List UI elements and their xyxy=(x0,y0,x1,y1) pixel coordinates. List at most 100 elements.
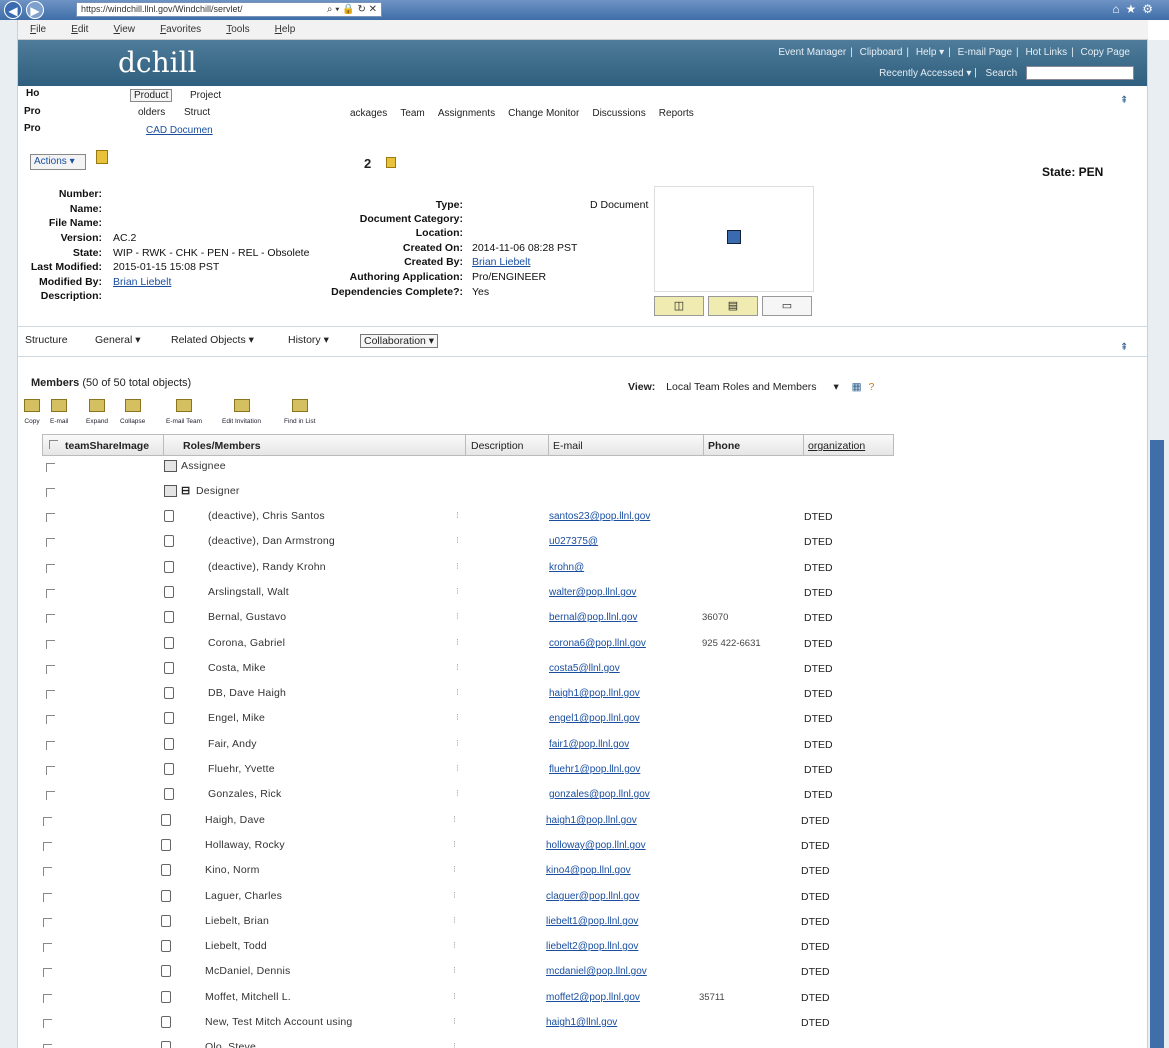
tab-assignments[interactable]: Assignments xyxy=(438,108,495,119)
member-email-link[interactable]: costa5@llnl.gov xyxy=(549,663,620,674)
table-row[interactable]: Arslingstall, Walt ⁝ walter@pop.llnl.gov DT… xyxy=(30,582,900,607)
table-row[interactable]: Engel, Mike ⁝ engel1@pop.llnl.gov DTED xyxy=(30,708,900,733)
row-checkbox[interactable] xyxy=(46,513,55,522)
table-row[interactable]: Haigh, Dave ⁝ haigh1@pop.llnl.gov DTED xyxy=(30,810,900,835)
table-row[interactable]: Bernal, Gustavo ⁝ bernal@pop.llnl.gov 36070… xyxy=(30,607,900,632)
menu-file[interactable]: File xyxy=(30,24,46,35)
menu-favorites[interactable]: Favorites xyxy=(160,24,201,35)
member-email-link[interactable]: haigh1@pop.llnl.gov xyxy=(549,688,640,699)
col-email[interactable]: E-mail xyxy=(553,440,583,452)
row-checkbox[interactable] xyxy=(46,665,55,674)
row-checkbox[interactable] xyxy=(43,1044,52,1048)
col-phone[interactable]: Phone xyxy=(708,440,740,452)
table-row[interactable]: (deactive), Randy Krohn ⁝ krohn@ DTED xyxy=(30,557,900,582)
edit-invitation-button[interactable]: Edit Invitation xyxy=(222,399,261,426)
col-team-share-image[interactable]: teamShareImage xyxy=(65,440,149,452)
address-actions-icon[interactable]: ⌕ ▾ 🔒 ↻ ✕ xyxy=(327,3,377,16)
tab-packages[interactable]: ackages xyxy=(350,108,387,119)
row-checkbox[interactable] xyxy=(46,564,55,573)
view-dropdown-icon[interactable]: ▾ xyxy=(833,381,838,393)
table-row[interactable]: Corona, Gabriel ⁝ corona6@pop.llnl.gov 925 … xyxy=(30,633,900,658)
table-row[interactable]: (deactive), Chris Santos ⁝ santos23@pop.ll… xyxy=(30,506,900,531)
row-checkbox[interactable] xyxy=(43,918,52,927)
cad-document-link[interactable]: CAD Documen xyxy=(146,125,213,136)
member-email-link[interactable]: bernal@pop.llnl.gov xyxy=(549,612,638,623)
tab-home[interactable]: Ho xyxy=(26,88,39,99)
select-all-checkbox[interactable] xyxy=(49,440,58,449)
link-email-page[interactable]: E-mail Page xyxy=(958,47,1012,58)
row-checkbox[interactable] xyxy=(46,766,55,775)
menu-help[interactable]: Help xyxy=(275,24,296,35)
forward-icon[interactable]: ▶ xyxy=(26,1,44,19)
help-icon[interactable]: ? xyxy=(869,381,875,393)
email-button[interactable]: E-mail xyxy=(50,399,68,426)
tab-structure[interactable]: Struct xyxy=(184,107,210,118)
row-checkbox[interactable] xyxy=(43,1019,52,1028)
link-copy-page[interactable]: Copy Page xyxy=(1081,47,1130,58)
back-icon[interactable]: ◀ xyxy=(4,1,22,19)
row-checkbox[interactable] xyxy=(43,842,52,851)
table-row[interactable]: Moffet, Mitchell L. ⁝ moffet2@pop.llnl.gov… xyxy=(30,987,900,1012)
row-checkbox[interactable] xyxy=(43,867,52,876)
member-email-link[interactable]: fluehr1@pop.llnl.gov xyxy=(549,764,640,775)
col-roles-members[interactable]: Roles/Members xyxy=(183,440,261,452)
nav-collaboration[interactable]: Collaboration ▾ xyxy=(360,334,439,348)
member-email-link[interactable]: haigh1@pop.llnl.gov xyxy=(546,815,637,826)
table-row[interactable]: Hollaway, Rocky ⁝ holloway@pop.llnl.gov DTE… xyxy=(30,835,900,860)
email-team-button[interactable]: E-mail Team xyxy=(166,399,202,426)
member-email-link[interactable]: corona6@pop.llnl.gov xyxy=(549,638,646,649)
page-scrollbar[interactable] xyxy=(1147,40,1169,1048)
tab-discussions[interactable]: Discussions xyxy=(592,108,645,119)
table-row[interactable]: Costa, Mike ⁝ costa5@llnl.gov DTED xyxy=(30,658,900,683)
actions-menu-button[interactable]: Actions ▾ xyxy=(30,154,86,170)
created-by-link[interactable]: Brian Liebelt xyxy=(472,256,530,268)
expand-button[interactable]: Expand xyxy=(86,399,108,426)
find-in-list-button[interactable]: Find in List xyxy=(284,399,315,426)
collapse-tree-toggle-icon[interactable]: ⊟ xyxy=(181,484,190,497)
member-email-link[interactable]: u027375@ xyxy=(549,536,598,547)
row-checkbox[interactable] xyxy=(46,614,55,623)
table-row[interactable]: Laguer, Charles ⁝ claguer@pop.llnl.gov DTED xyxy=(30,886,900,911)
link-help[interactable]: Help ▾ xyxy=(916,47,944,58)
tab-reports[interactable]: Reports xyxy=(659,108,694,119)
col-organization[interactable]: organization xyxy=(808,440,865,452)
thumbnail-preview[interactable] xyxy=(654,186,814,292)
tab-change-monitor[interactable]: Change Monitor xyxy=(508,108,579,119)
nav-general[interactable]: General ▾ xyxy=(95,334,141,346)
nav-structure[interactable]: Structure xyxy=(25,334,68,346)
link-hot-links[interactable]: Hot Links xyxy=(1025,47,1067,58)
table-row[interactable]: McDaniel, Dennis ⁝ mcdaniel@pop.llnl.gov DT… xyxy=(30,961,900,986)
address-bar[interactable]: https://windchill.llnl.gov/Windchill/ser… xyxy=(76,2,382,17)
customize-view-icon[interactable]: ▦ xyxy=(852,381,862,393)
menu-edit[interactable]: Edit xyxy=(71,24,88,35)
member-email-link[interactable]: moffet2@pop.llnl.gov xyxy=(546,992,640,1003)
table-row[interactable]: Olo, Steve ⁝ xyxy=(30,1037,900,1048)
link-clipboard[interactable]: Clipboard xyxy=(860,47,903,58)
menu-tools[interactable]: Tools xyxy=(226,24,249,35)
view-document-button[interactable]: ▤ xyxy=(708,296,758,316)
tab-product-top[interactable]: Product xyxy=(130,89,173,102)
table-row[interactable]: Fluehr, Yvette ⁝ fluehr1@pop.llnl.gov DTED xyxy=(30,759,900,784)
nav-history[interactable]: History ▾ xyxy=(288,334,329,346)
recently-accessed-menu[interactable]: Recently Accessed ▾ xyxy=(879,68,971,79)
nav-related-objects[interactable]: Related Objects ▾ xyxy=(171,334,254,346)
member-email-link[interactable]: claguer@pop.llnl.gov xyxy=(546,891,640,902)
table-row[interactable]: DB, Dave Haigh ⁝ haigh1@pop.llnl.gov DTED xyxy=(30,683,900,708)
member-email-link[interactable]: haigh1@llnl.gov xyxy=(546,1017,617,1028)
row-checkbox[interactable] xyxy=(43,817,52,826)
collapse-section-icon[interactable]: ⇞ xyxy=(1120,342,1128,353)
member-email-link[interactable]: gonzales@pop.llnl.gov xyxy=(549,789,650,800)
open-folder-button[interactable]: ▭ xyxy=(762,296,812,316)
view-select[interactable]: Local Team Roles and Members xyxy=(666,381,816,393)
tab-folders[interactable]: olders xyxy=(138,107,165,118)
row-checkbox[interactable] xyxy=(43,968,52,977)
collapse-icon[interactable]: ⇞ xyxy=(1120,95,1128,106)
member-email-link[interactable]: holloway@pop.llnl.gov xyxy=(546,840,646,851)
view-3d-button[interactable]: ◫ xyxy=(654,296,704,316)
page-scrollbar-thumb[interactable] xyxy=(1150,440,1164,1048)
tab-project[interactable]: Pro xyxy=(24,123,41,134)
member-email-link[interactable]: krohn@ xyxy=(549,562,584,573)
member-email-link[interactable]: kino4@pop.llnl.gov xyxy=(546,865,631,876)
member-email-link[interactable]: fair1@pop.llnl.gov xyxy=(549,739,629,750)
row-checkbox[interactable] xyxy=(46,538,55,547)
